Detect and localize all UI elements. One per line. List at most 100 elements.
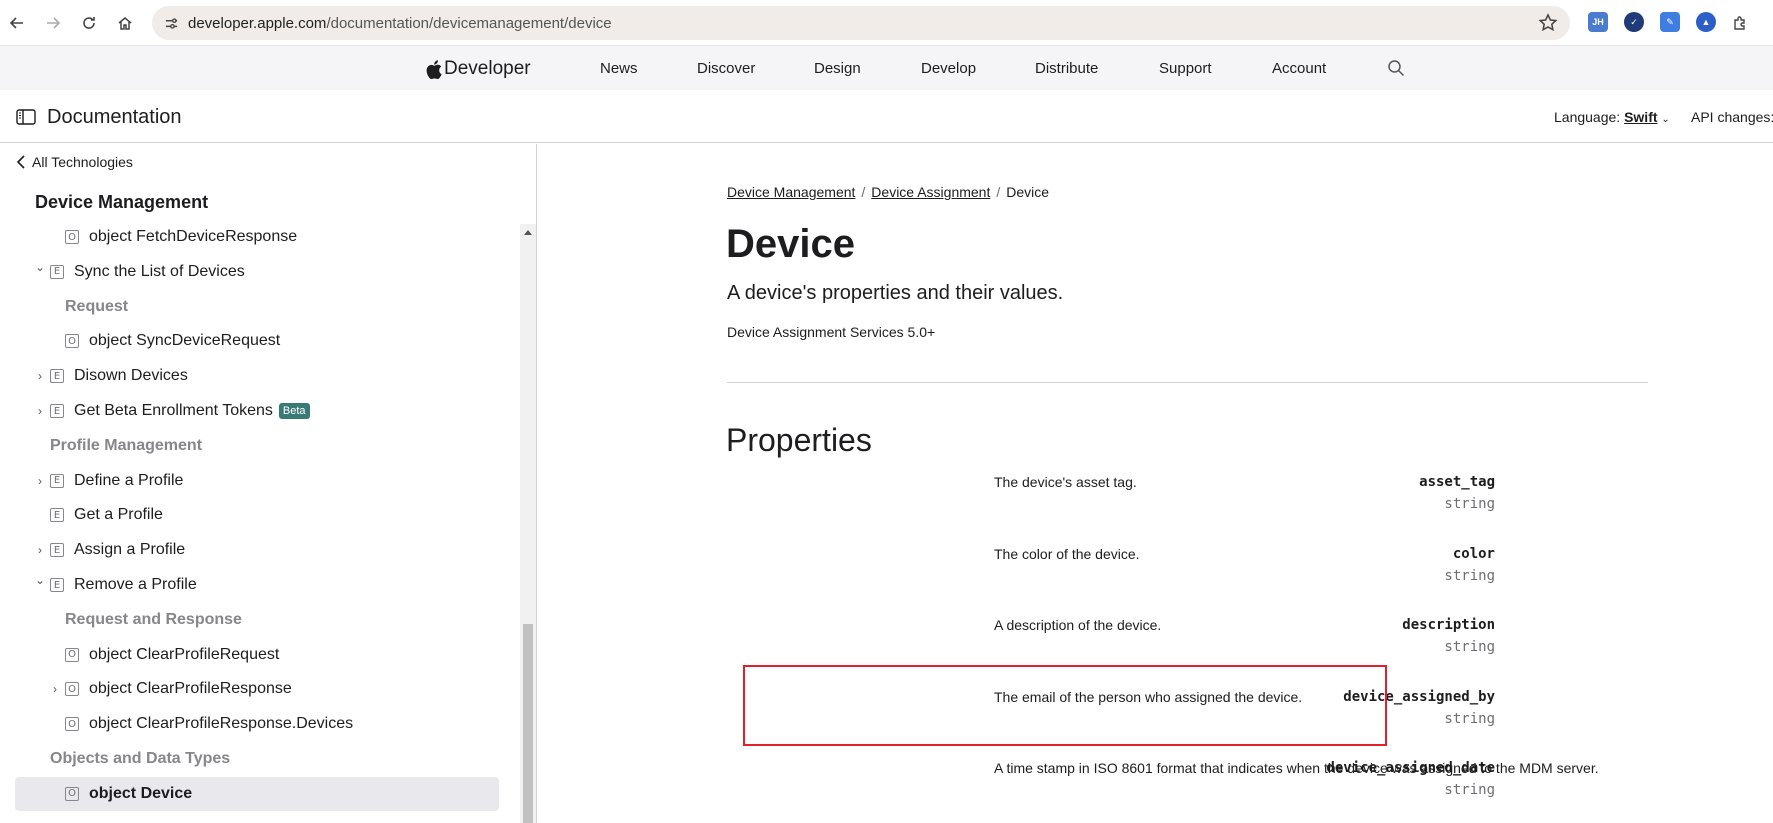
sidebar-item[interactable]: › E Define a Profile [0,464,520,498]
sidebar-scrollbar[interactable] [520,224,536,823]
browser-toolbar: developer.apple.com/documentation/device… [0,0,1773,46]
sidebar-item-label: Assign a Profile [74,541,185,559]
object-symbol-icon: O [65,717,79,732]
site-settings-icon[interactable] [160,12,182,34]
sidebar-item-text: Define a Profile [74,471,184,489]
nav-item-discover[interactable]: Discover [697,60,755,77]
sidebar-item[interactable]: › E Get Beta Enrollment Tokens Beta [0,394,520,428]
sidebar-item-label: Define a Profile [74,472,183,490]
endpoint-symbol-icon: E [50,578,64,592]
chevron-down-icon[interactable]: ⌄ [34,573,46,587]
property-description: A description of the device. [994,617,1162,634]
language-label: Language: [1554,109,1621,125]
documentation-title[interactable]: Documentation [47,106,182,129]
property-type[interactable]: string [1444,496,1495,512]
url-domain: developer.apple.com [188,15,327,32]
developer-logo[interactable]: Developer [426,58,531,80]
language-selector[interactable]: Language: Swift ⌄ [1554,109,1670,125]
sidebar-item-label: object ClearProfileResponse.Devices [89,715,353,733]
endpoint-symbol-icon: E [50,543,64,558]
object-symbol-icon: O [65,334,79,349]
back-arrow-icon[interactable] [5,11,29,35]
sidebar-item[interactable]: › E Disown Devices [0,359,520,393]
forward-arrow-icon[interactable] [41,11,65,35]
pen-extension-icon[interactable]: ✎ [1660,12,1680,32]
bookmark-star-icon[interactable] [1538,13,1558,33]
property-name: asset_tag [1419,474,1495,490]
sidebar-item[interactable]: Oobject ClearProfileResponse.Devices [0,707,520,741]
sidebar-item[interactable]: Oobject Device [0,776,520,811]
address-bar[interactable]: developer.apple.com/documentation/device… [152,6,1570,40]
all-technologies-link[interactable]: All Technologies [16,154,133,170]
brand-label: Developer [444,58,531,79]
sidebar-item-text: object Device [89,784,193,802]
property-type[interactable]: string [1444,711,1495,727]
scroll-up-arrow-icon[interactable] [524,230,532,235]
page-abstract: A device's properties and their values. [727,282,1064,304]
property-type[interactable]: string [1444,782,1495,798]
chevron-down-icon[interactable]: ⌄ [34,260,46,274]
highlight-box [743,665,1387,746]
nav-item-account[interactable]: Account [1272,60,1326,77]
chevron-right-icon[interactable]: › [34,404,46,418]
sidebar-item-text: Assign a Profile [74,541,186,559]
chevron-right-icon[interactable]: › [49,682,61,696]
sidebar-item[interactable]: › Oobject ClearProfileResponse [0,672,520,706]
technology-title[interactable]: Device Management [35,192,208,213]
extensions-puzzle-icon[interactable] [1728,11,1752,35]
property-description: The color of the device. [994,545,1140,562]
jh-extension-icon[interactable]: JH [1588,12,1608,32]
endpoint-symbol-icon: E [50,264,64,279]
main-content: Device Management / Device Assignment / Devi… [538,144,1773,823]
scrollbar-thumb[interactable] [523,624,533,823]
url-text: developer.apple.com/documentation/device… [188,15,612,32]
triangle-extension-icon[interactable]: ▲ [1696,12,1716,32]
nav-item-news[interactable]: News [600,60,638,77]
sidebar-group-heading: Objects and Data Types [0,742,520,776]
group-heading-label: Request [65,297,129,315]
sidebar-item[interactable]: ⌄ E Remove a Profile [0,568,520,602]
property-type[interactable]: string [1444,568,1495,584]
language-value[interactable]: Swift [1624,109,1657,125]
beta-badge: Beta [278,403,310,419]
reload-icon[interactable] [77,11,101,35]
sidebar-item-label: object SyncDeviceRequest [89,332,280,350]
endpoint-symbol-icon: E [50,369,64,384]
sidebar-item[interactable]: E Get a Profile [0,498,520,532]
property-name: color [1452,545,1495,562]
sidebar-item-label: Sync the List of Devices [74,263,245,281]
breadcrumb-device-management[interactable]: Device Management [727,184,855,200]
sidebar-item-label: Remove a Profile [74,576,197,594]
object-symbol-icon: O [65,647,79,662]
check-extension-icon[interactable]: ✓ [1624,12,1644,32]
property-type[interactable]: string [1444,639,1495,655]
sidebar-item[interactable]: Oobject FetchDeviceResponse [0,220,520,254]
sidebar-item[interactable]: › E Assign a Profile [0,533,520,567]
chevron-right-icon[interactable]: › [34,474,46,488]
sidebar-toggle-icon[interactable] [16,109,36,125]
sidebar-item[interactable]: Oobject SyncDeviceRequest [0,324,520,358]
sidebar-group-heading: Profile Management [0,429,520,463]
object-symbol-icon: O [65,786,79,801]
sidebar-group-heading: Request and Response [0,603,520,637]
sidebar-group-heading: Request [0,290,520,324]
breadcrumb-separator: / [861,184,866,200]
sidebar-item[interactable]: ⌄ E Sync the List of Devices [0,255,520,289]
chevron-right-icon[interactable]: › [34,543,46,557]
sidebar-item-text: Remove a Profile [74,576,197,593]
home-icon[interactable] [113,11,137,35]
nav-item-support[interactable]: Support [1159,60,1212,77]
object-symbol-icon: O [65,230,79,244]
nav-item-develop[interactable]: Develop [921,60,976,77]
breadcrumb-separator: / [996,184,1001,200]
sidebar-item-label: Disown Devices [74,367,188,385]
nav-item-design[interactable]: Design [814,60,861,77]
chevron-right-icon[interactable]: › [34,369,46,383]
sidebar-item[interactable]: Oobject ClearProfileRequest [0,638,520,672]
breadcrumb-device-assignment[interactable]: Device Assignment [871,184,990,200]
sidebar-item-label: object FetchDeviceResponse [89,228,297,246]
group-heading-label: Profile Management [50,436,203,454]
nav-item-distribute[interactable]: Distribute [1035,60,1098,77]
api-changes-toggle[interactable]: API changes: [1691,109,1773,125]
search-icon[interactable] [1387,59,1405,77]
